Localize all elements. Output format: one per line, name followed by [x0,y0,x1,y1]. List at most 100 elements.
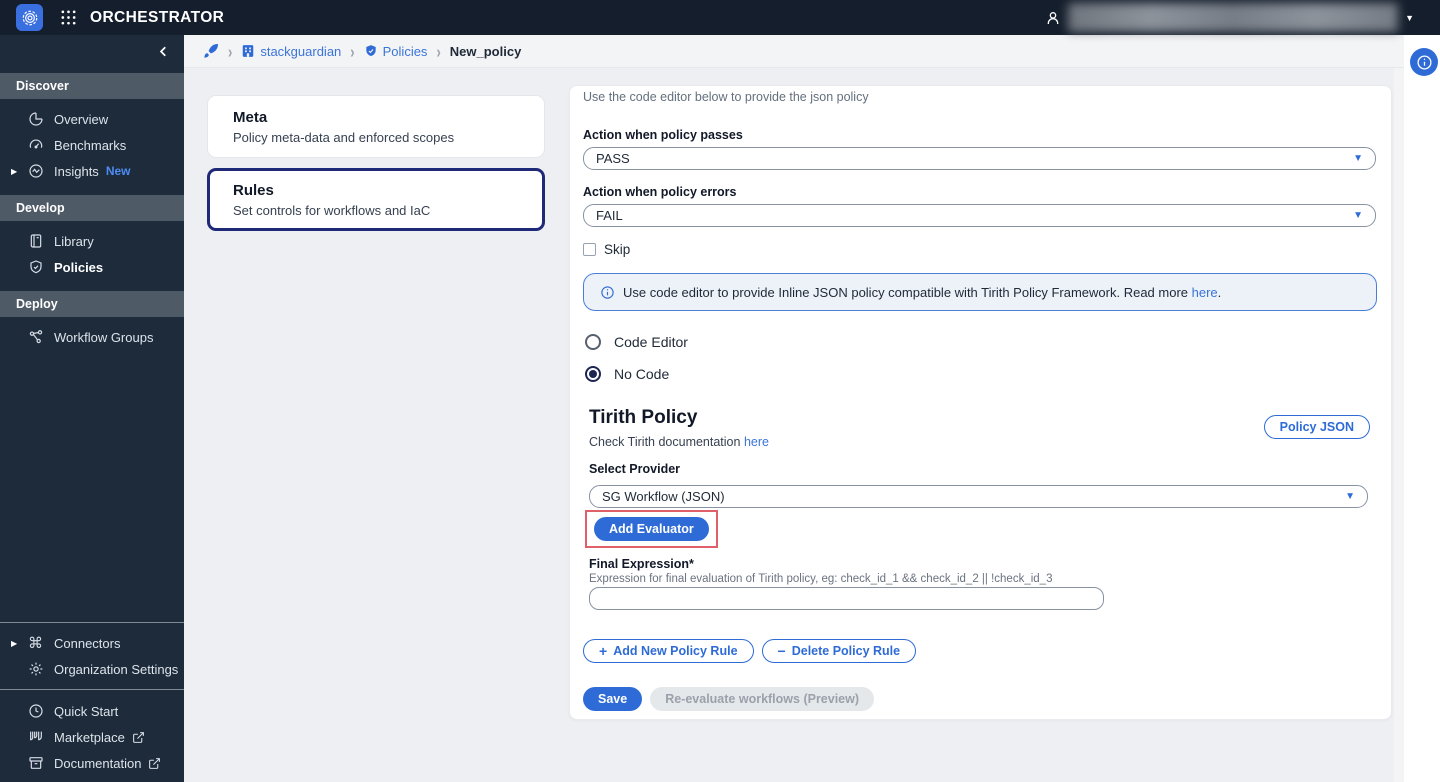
info-banner: Use code editor to provide Inline JSON p… [583,273,1377,311]
clock-icon [28,703,45,719]
final-expression-hint: Expression for final evaluation of Tirit… [589,573,1053,585]
sidebar-item-quick-start[interactable]: Quick Start [0,698,184,724]
gear-icon [28,661,45,677]
scrollbar-track[interactable] [1394,68,1404,782]
storefront-icon [28,729,45,745]
action-pass-label: Action when policy passes [583,128,743,142]
sidebar-item-workflow-groups[interactable]: Workflow Groups [0,324,184,350]
activity-icon [28,163,45,179]
sidebar-item-label: Overview [54,111,109,127]
skip-row: Skip [583,242,630,257]
archive-icon [28,755,45,771]
annotation-highlight-box: Add Evaluator [585,510,718,548]
app-logo-icon[interactable] [16,4,43,31]
delete-policy-rule-button[interactable]: − Delete Policy Rule [761,639,917,663]
breadcrumb-separator: › [350,40,355,62]
reevaluate-workflows-button: Re-evaluate workflows (Preview) [650,687,875,711]
new-badge: New [105,164,131,178]
breadcrumb-separator: › [436,40,441,62]
no-code-radio[interactable] [585,366,601,382]
sidebar-item-overview[interactable]: Overview [0,106,184,132]
expand-caret-icon[interactable]: ▶ [11,167,17,176]
sidebar-collapse-icon[interactable] [155,43,172,60]
sidebar-item-insights[interactable]: ▶ Insights New [0,158,184,184]
sidebar-item-organization-settings[interactable]: Organization Settings [0,656,184,682]
pie-chart-icon [28,111,45,127]
sidebar-item-library[interactable]: Library [0,228,184,254]
expand-caret-icon[interactable]: ▶ [11,639,17,648]
account-menu[interactable]: ▼ [1045,2,1414,33]
final-expression-label: Final Expression* [589,557,694,571]
sidebar-item-label: Benchmarks [54,137,127,153]
apps-grid-icon[interactable] [60,9,77,26]
external-link-icon [148,757,161,770]
no-code-radio-label: No Code [614,366,670,382]
sidebar-section-develop: Develop [0,195,184,221]
building-icon [243,45,254,57]
sidebar-item-label: Connectors [54,635,121,651]
provider-select[interactable]: SG Workflow (JSON) ▼ [589,485,1368,508]
minus-icon: − [777,643,786,659]
sidebar-item-documentation[interactable]: Documentation [0,750,184,776]
sidebar: Discover Overview Benchmarks ▶ Insights … [0,35,184,782]
banner-text: Use code editor to provide Inline JSON p… [623,284,1192,300]
code-editor-radio-label: Code Editor [614,334,688,350]
breadcrumb-current: New_policy [449,43,522,59]
sidebar-item-policies[interactable]: Policies [0,254,184,280]
breadcrumb-separator: › [228,40,233,62]
tirith-doc-here-link[interactable]: here [744,435,769,449]
action-errors-label: Action when policy errors [583,185,737,199]
action-pass-select[interactable]: PASS ▼ [583,147,1376,170]
sidebar-section-deploy: Deploy [0,291,184,317]
command-icon: ⌘ [28,634,43,652]
action-errors-select[interactable]: FAIL ▼ [583,204,1376,227]
select-provider-label: Select Provider [589,462,681,476]
tirith-doc-line: Check Tirith documentation here [589,435,769,449]
chevron-down-icon[interactable]: ▼ [1405,13,1414,23]
breadcrumb: › stackguardian › Policies › New_policy [184,35,1404,68]
meta-card-title: Meta [233,109,268,126]
policy-json-button[interactable]: Policy JSON [1263,415,1370,439]
rule-buttons-row: + Add New Policy Rule − Delete Policy Ru… [583,639,917,663]
no-code-option[interactable]: No Code [585,366,669,382]
tirith-policy-title: Tirith Policy [589,407,698,428]
gauge-icon [28,137,45,153]
info-button[interactable] [1410,48,1438,76]
add-new-policy-rule-button[interactable]: + Add New Policy Rule [583,639,754,663]
code-editor-note: Use the code editor below to provide the… [583,90,869,104]
rules-card-title: Rules [233,182,274,199]
sidebar-section-discover: Discover [0,73,184,99]
info-icon [601,285,614,299]
breadcrumb-policies-link[interactable]: Policies [364,44,427,59]
right-gutter [1404,35,1440,782]
code-editor-option[interactable]: Code Editor [585,334,688,350]
code-editor-radio[interactable] [585,334,601,350]
app-title: ORCHESTRATOR [90,8,225,26]
meta-tab-card[interactable]: Meta Policy meta-data and enforced scope… [207,95,545,158]
shield-check-icon [28,259,45,275]
save-button[interactable]: Save [583,687,643,711]
policy-rules-panel: Use the code editor below to provide the… [569,85,1392,720]
rocket-icon[interactable] [203,43,219,59]
sidebar-item-benchmarks[interactable]: Benchmarks [0,132,184,158]
sidebar-item-connectors[interactable]: ▶ ⌘ Connectors [0,630,184,656]
banner-here-link[interactable]: here [1192,285,1218,300]
shield-icon [365,45,376,57]
add-evaluator-button[interactable]: Add Evaluator [594,517,709,541]
chevron-down-icon: ▼ [1353,210,1363,221]
chevron-down-icon: ▼ [1353,153,1363,164]
breadcrumb-org-link[interactable]: stackguardian [241,44,341,59]
sidebar-item-label: Policies [54,259,104,275]
user-icon [1047,11,1059,24]
skip-label: Skip [604,242,631,257]
sidebar-item-label: Quick Start [54,703,119,719]
skip-checkbox[interactable] [583,243,596,256]
final-expression-input[interactable] [589,587,1104,610]
sidebar-item-marketplace[interactable]: Marketplace [0,724,184,750]
rules-card-subtitle: Set controls for workflows and IaC [233,203,431,218]
chevron-down-icon: ▼ [1345,491,1355,502]
rules-tab-card[interactable]: Rules Set controls for workflows and IaC [207,168,545,231]
workflow-nodes-icon [28,329,45,345]
redacted-account-info [1068,3,1399,32]
book-icon [28,233,45,249]
